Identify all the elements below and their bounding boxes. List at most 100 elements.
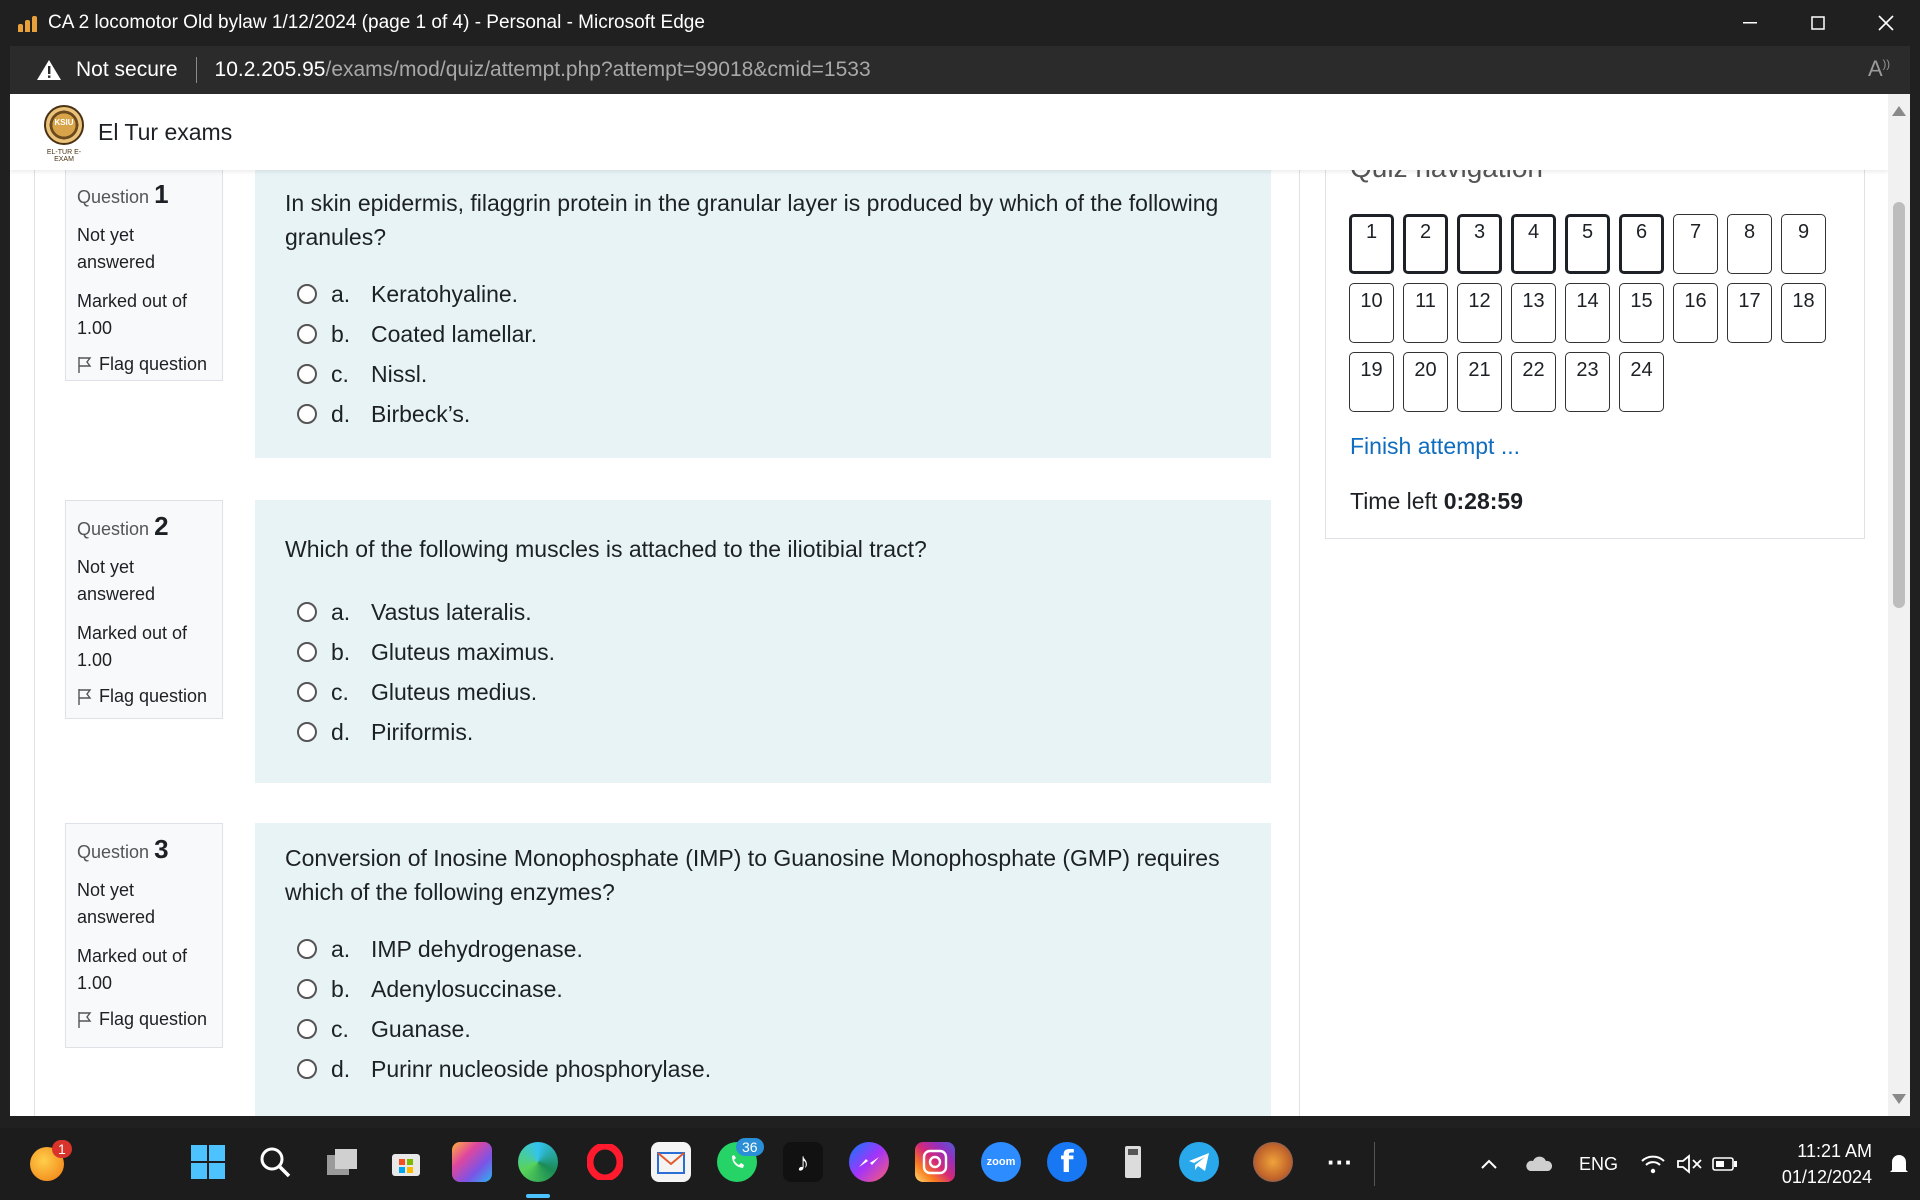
task-view-icon[interactable] (322, 1142, 362, 1182)
quiz-nav-button-11[interactable]: 11 (1403, 283, 1448, 343)
radio-button[interactable] (297, 1019, 317, 1039)
zoom-icon[interactable]: zoom (981, 1142, 1021, 1182)
question-state: Not yet answered (77, 225, 156, 272)
messenger-icon[interactable] (849, 1142, 889, 1182)
radio-button[interactable] (297, 642, 317, 662)
warning-icon[interactable] (36, 58, 62, 82)
quiz-nav-button-24[interactable]: 24 (1619, 352, 1664, 412)
tray-overflow-icon[interactable] (1480, 1128, 1498, 1200)
scroll-up-arrow[interactable] (1892, 106, 1906, 116)
firefox-icon[interactable] (1253, 1142, 1293, 1182)
question-info-1: Question 1 Not yet answered Marked out o… (65, 168, 223, 381)
answer-option[interactable]: d. Birbeck’s. (285, 394, 1241, 434)
quiz-nav-button-20[interactable]: 20 (1403, 352, 1448, 412)
language-indicator[interactable]: ENG (1579, 1128, 1618, 1200)
system-clock[interactable]: 11:21 AM 01/12/2024 (1782, 1138, 1872, 1190)
microsoft-store-icon[interactable] (386, 1142, 426, 1182)
quiz-nav-button-4[interactable]: 4 (1511, 214, 1556, 274)
quiz-nav-button-1[interactable]: 1 (1349, 214, 1394, 274)
quiz-nav-button-23[interactable]: 23 (1565, 352, 1610, 412)
quiz-nav-button-7[interactable]: 7 (1673, 214, 1718, 274)
minimize-button[interactable] (1716, 0, 1784, 46)
radio-button[interactable] (297, 722, 317, 742)
radio-button[interactable] (297, 324, 317, 344)
radio-button[interactable] (297, 284, 317, 304)
maximize-button[interactable] (1784, 0, 1852, 46)
radio-button[interactable] (297, 364, 317, 384)
quiz-nav-button-3[interactable]: 3 (1457, 214, 1502, 274)
onedrive-icon[interactable] (1524, 1128, 1554, 1200)
taskbar: 1 36 ♪ zoom f ··· ENG 11:21 AM 01/12/202… (0, 1128, 1920, 1200)
flag-question-button[interactable]: Flag question (77, 686, 211, 707)
quiz-nav-button-16[interactable]: 16 (1673, 283, 1718, 343)
scrollbar-thumb[interactable] (1893, 202, 1905, 608)
battery-icon[interactable] (1712, 1128, 1738, 1200)
site-logo[interactable]: KSIU EL-TUR E-EXAM (38, 103, 90, 163)
more-apps-icon[interactable]: ··· (1320, 1142, 1360, 1182)
instagram-icon[interactable] (915, 1142, 955, 1182)
scroll-down-arrow[interactable] (1892, 1094, 1906, 1104)
question-content-3: Conversion of Inosine Monophosphate (IMP… (255, 823, 1271, 1116)
flag-icon (78, 1011, 92, 1028)
quiz-nav-button-10[interactable]: 10 (1349, 283, 1394, 343)
mail-app-icon[interactable] (651, 1142, 691, 1182)
tiktok-icon[interactable]: ♪ (783, 1142, 823, 1182)
search-icon[interactable] (255, 1142, 295, 1182)
radio-button[interactable] (297, 1059, 317, 1079)
answer-option[interactable]: a. Vastus lateralis. (285, 592, 1241, 632)
quiz-nav-button-22[interactable]: 22 (1511, 352, 1556, 412)
calculator-icon[interactable] (1113, 1142, 1153, 1182)
facebook-icon[interactable]: f (1047, 1142, 1087, 1182)
site-header: KSIU EL-TUR E-EXAM El Tur exams (10, 94, 1888, 170)
vertical-scrollbar[interactable] (1888, 94, 1910, 1116)
quiz-nav-button-17[interactable]: 17 (1727, 283, 1772, 343)
answer-option[interactable]: c. Nissl. (285, 354, 1241, 394)
quiz-nav-button-13[interactable]: 13 (1511, 283, 1556, 343)
radio-button[interactable] (297, 979, 317, 999)
url-host[interactable]: 10.2.205.95 (215, 58, 326, 82)
question-text: Conversion of Inosine Monophosphate (IMP… (285, 845, 1220, 905)
quiz-nav-button-2[interactable]: 2 (1403, 214, 1448, 274)
read-aloud-icon[interactable]: A)) (1868, 56, 1890, 82)
answer-option[interactable]: d. Purinr nucleoside phosphorylase. (285, 1049, 1241, 1089)
quiz-nav-button-15[interactable]: 15 (1619, 283, 1664, 343)
answer-option[interactable]: d. Piriformis. (285, 712, 1241, 752)
start-icon[interactable] (188, 1142, 228, 1182)
flag-question-button[interactable]: Flag question (77, 1009, 211, 1030)
radio-button[interactable] (297, 404, 317, 424)
site-name[interactable]: El Tur exams (98, 119, 232, 146)
quiz-nav-button-19[interactable]: 19 (1349, 352, 1394, 412)
opera-icon[interactable] (585, 1142, 625, 1182)
volume-muted-icon[interactable] (1676, 1128, 1704, 1200)
answer-option[interactable]: b. Gluteus maximus. (285, 632, 1241, 672)
notification-center-icon[interactable] (1888, 1128, 1910, 1200)
telegram-icon[interactable] (1179, 1142, 1219, 1182)
answer-option[interactable]: b. Coated lamellar. (285, 314, 1241, 354)
edge-icon[interactable] (518, 1142, 558, 1182)
finish-attempt-link[interactable]: Finish attempt ... (1350, 433, 1520, 460)
quiz-nav-button-21[interactable]: 21 (1457, 352, 1502, 412)
url-path[interactable]: /exams/mod/quiz/attempt.php?attempt=9901… (325, 58, 870, 82)
wifi-icon[interactable] (1640, 1128, 1666, 1200)
close-button[interactable] (1852, 0, 1920, 46)
quiz-nav-button-8[interactable]: 8 (1727, 214, 1772, 274)
quiz-nav-button-14[interactable]: 14 (1565, 283, 1610, 343)
quiz-nav-button-5[interactable]: 5 (1565, 214, 1610, 274)
answer-option[interactable]: a. IMP dehydrogenase. (285, 929, 1241, 969)
quiz-nav-button-9[interactable]: 9 (1781, 214, 1826, 274)
answer-option[interactable]: b. Adenylosuccinase. (285, 969, 1241, 1009)
radio-button[interactable] (297, 939, 317, 959)
radio-button[interactable] (297, 602, 317, 622)
flag-question-button[interactable]: Flag question (77, 354, 211, 375)
copilot-icon[interactable] (452, 1142, 492, 1182)
quiz-nav-button-6[interactable]: 6 (1619, 214, 1664, 274)
security-label[interactable]: Not secure (76, 58, 178, 82)
radio-button[interactable] (297, 682, 317, 702)
question-state: Not yet answered (77, 880, 156, 927)
quiz-nav-button-18[interactable]: 18 (1781, 283, 1826, 343)
quiz-nav-button-12[interactable]: 12 (1457, 283, 1502, 343)
address-bar[interactable]: Not secure 10.2.205.95/exams/mod/quiz/at… (10, 46, 1910, 94)
answer-option[interactable]: a. Keratohyaline. (285, 274, 1241, 314)
answer-option[interactable]: c. Guanase. (285, 1009, 1241, 1049)
answer-option[interactable]: c. Gluteus medius. (285, 672, 1241, 712)
